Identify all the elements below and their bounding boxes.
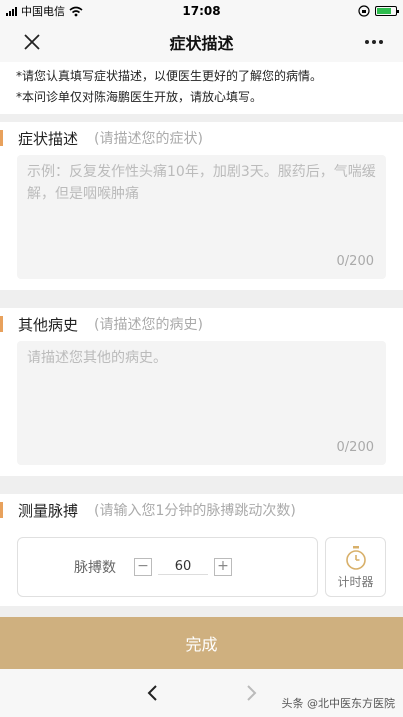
pulse-section: 测量脉搏 (请输入您1分钟的脉搏跳动次数) 脉搏数 − 60 + 计时器	[0, 494, 403, 606]
status-right	[358, 5, 399, 17]
history-section: 其他病史 (请描述您的病史) 请描述您其他的病史。 0/200	[0, 308, 403, 476]
pulse-header: 测量脉搏 (请输入您1分钟的脉搏跳动次数)	[0, 494, 403, 526]
pulse-title: 测量脉搏	[18, 501, 79, 520]
nav-bar: 症状描述	[0, 22, 403, 62]
watermark: 头条 @北中医东方医院	[281, 697, 396, 710]
bottom-toolbar: 头条 @北中医东方医院	[0, 669, 403, 717]
history-counter: 0/200	[336, 440, 374, 455]
rotation-lock-icon	[358, 5, 370, 17]
symptom-header: 症状描述 (请描述您的症状)	[0, 122, 403, 154]
pulse-decrement-button[interactable]: −	[134, 558, 152, 576]
status-bar: 中国电信 17:08	[0, 0, 403, 22]
wifi-icon	[69, 6, 83, 16]
carrier-label: 中国电信	[21, 5, 65, 18]
page-title: 症状描述	[169, 34, 234, 53]
timer-button[interactable]: 计时器	[325, 537, 386, 597]
symptom-textarea[interactable]: 示例：反复发作性头痛10年，加剧3天。服药后，气喘缓解，但是咽喉肿痛 0/200	[17, 155, 386, 279]
history-placeholder: 请描述您其他的病史。	[27, 350, 167, 366]
history-header: 其他病史 (请描述您的病史)	[0, 308, 403, 340]
history-hint: (请描述您的病史)	[94, 317, 203, 333]
done-button[interactable]: 完成	[0, 617, 403, 669]
symptom-title: 症状描述	[18, 129, 79, 148]
pulse-label: 脉搏数	[74, 560, 116, 576]
pulse-increment-button[interactable]: +	[214, 558, 232, 576]
notice-line: *本问诊单仅对陈海鹏医生开放，请放心填写。	[16, 90, 263, 104]
symptom-hint: (请描述您的症状)	[94, 131, 203, 147]
symptom-counter: 0/200	[336, 254, 374, 269]
pulse-input-box: 脉搏数 − 60 +	[17, 537, 318, 597]
symptom-placeholder: 示例：反复发作性头痛10年，加剧3天。服药后，气喘缓解，但是咽喉肿痛	[27, 164, 376, 202]
close-icon[interactable]	[20, 30, 44, 54]
more-icon[interactable]	[359, 30, 389, 54]
history-textarea[interactable]: 请描述您其他的病史。 0/200	[17, 341, 386, 465]
history-title: 其他病史	[18, 315, 79, 334]
forward-arrow-icon	[247, 685, 257, 701]
notice: *请您认真填写症状描述，以便医生更好的了解您的病情。 *本问诊单仅对陈海鹏医生开…	[0, 62, 403, 114]
symptom-section: 症状描述 (请描述您的症状) 示例：反复发作性头痛10年，加剧3天。服药后，气喘…	[0, 122, 403, 290]
notice-line: *请您认真填写症状描述，以便医生更好的了解您的病情。	[16, 69, 323, 83]
status-left: 中国电信	[6, 3, 83, 19]
timer-label: 计时器	[337, 574, 374, 589]
pulse-hint: (请输入您1分钟的脉搏跳动次数)	[94, 503, 296, 519]
signal-icon	[6, 6, 17, 16]
battery-icon	[375, 6, 399, 16]
pulse-value-input[interactable]: 60	[158, 559, 208, 575]
back-arrow-icon[interactable]	[142, 681, 164, 705]
stopwatch-icon	[345, 545, 366, 570]
